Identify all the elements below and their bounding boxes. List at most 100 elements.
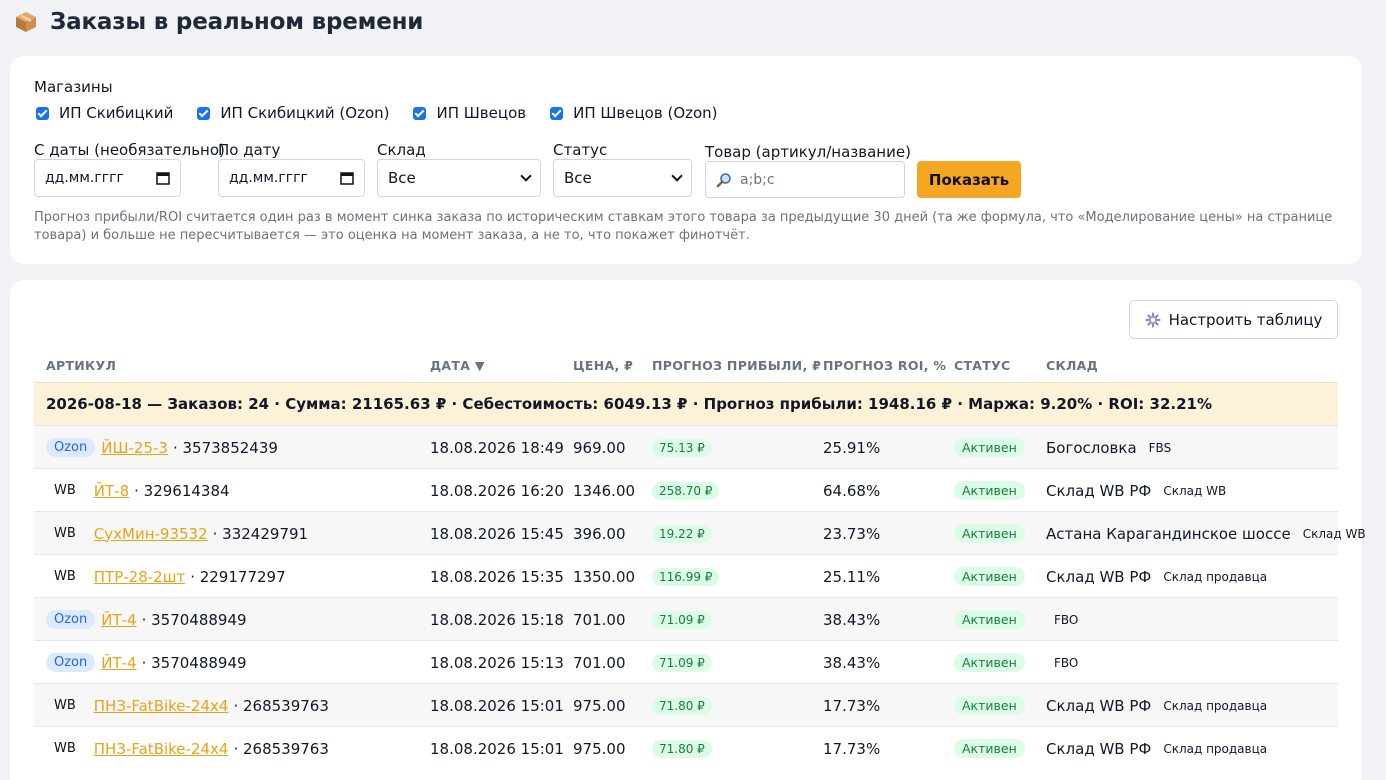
marketplace-badge: Ozon	[46, 653, 96, 672]
status-badge: Активен	[954, 739, 1025, 758]
col-roi[interactable]: ПРОГНОЗ ROI, %	[823, 358, 946, 373]
col-price[interactable]: ЦЕНА, ₽	[573, 358, 633, 373]
sku-link[interactable]: ЙШ-25-3	[101, 439, 168, 457]
price-cell: 701.00	[573, 610, 626, 629]
warehouse-cell: Богословка FBS	[1046, 426, 1171, 469]
roi-cell: 17.73%	[823, 739, 881, 758]
product-id: · 268539763	[233, 739, 329, 758]
col-sku[interactable]: АРТИКУЛ	[46, 358, 116, 373]
sku-link[interactable]: СухМин-93532	[94, 525, 208, 543]
marketplace-badge: WB	[54, 698, 76, 713]
profit-cell: 75.13 ₽	[652, 426, 712, 469]
profit-cell: 71.09 ₽	[652, 598, 712, 641]
date-cell: 18.08.2026 16:20	[430, 481, 564, 500]
forecast-note: Прогноз прибыли/ROI считается один раз в…	[34, 210, 1333, 243]
sku-link[interactable]: ЙТ-4	[101, 611, 136, 629]
table-row[interactable]: WB ПНЗ-FatBike-24x4 · 268539763 18.08.2026 …	[34, 683, 1338, 726]
profit-cell: 71.09 ₽	[652, 641, 712, 684]
table-row[interactable]: Ozon ЙШ-25-3 · 3573852439 18.08.2026 18:49 9…	[34, 425, 1338, 468]
marketplace-badge: WB	[54, 741, 76, 756]
sku-cell: WB ПТР-28-2шт · 229177297	[46, 555, 286, 598]
product-label: Товар (артикул/название)	[705, 143, 911, 161]
roi-cell: 38.43%	[823, 610, 881, 629]
table-row[interactable]: Ozon ЙТ-4 · 3570488949 18.08.2026 15:13 701.…	[34, 640, 1338, 683]
status-badge: Активен	[954, 438, 1025, 457]
date-to-value: дд.мм.гггг	[229, 170, 308, 186]
profit-badge: 71.09 ₽	[652, 653, 712, 672]
marketplace-badge: WB	[54, 569, 76, 584]
show-button[interactable]: Показать	[917, 161, 1021, 198]
warehouse-cell: Склад WB РФ Склад WB	[1046, 469, 1226, 512]
profit-badge: 258.70 ₽	[652, 481, 720, 500]
profit-badge: 19.22 ₽	[652, 524, 712, 543]
date-from-input[interactable]: дд.мм.гггг	[34, 159, 181, 197]
warehouse-cell: Склад WB РФ Склад продавца	[1046, 727, 1267, 770]
col-profit[interactable]: ПРОГНОЗ ПРИБЫЛИ, ₽	[652, 358, 821, 373]
product-id: · 329614384	[134, 481, 230, 500]
sku-link[interactable]: ПТР-28-2шт	[94, 568, 185, 586]
status-cell: Активен	[954, 598, 1025, 641]
profit-badge: 71.09 ₽	[652, 610, 712, 629]
sku-link[interactable]: ПНЗ-FatBike-24x4	[94, 740, 229, 758]
day-summary-row: 2026-08-18 — Заказов: 24 · Сумма: 21165.…	[34, 382, 1338, 425]
warehouse-type: Склад продавца	[1163, 569, 1268, 584]
sku-link[interactable]: ЙТ-8	[94, 482, 129, 500]
status-cell: Активен	[954, 684, 1025, 727]
col-status[interactable]: СТАТУС	[954, 358, 1011, 373]
profit-badge: 71.80 ₽	[652, 696, 712, 715]
sku-link[interactable]: ПНЗ-FatBike-24x4	[94, 697, 229, 715]
profit-cell: 19.22 ₽	[652, 512, 712, 555]
product-id: · 229177297	[190, 567, 286, 586]
checkbox-checked[interactable]	[36, 106, 49, 120]
profit-badge: 116.99 ₽	[652, 567, 720, 586]
price-cell: 975.00	[573, 696, 626, 715]
warehouse-type: FBO	[1054, 655, 1079, 670]
warehouse-type: FBS	[1148, 440, 1172, 455]
sku-link[interactable]: ЙТ-4	[101, 654, 136, 672]
product-search-input[interactable]: a;b;c	[705, 161, 905, 198]
checkbox-checked[interactable]	[550, 106, 564, 120]
price-cell: 396.00	[573, 524, 626, 543]
status-label: Статус	[553, 141, 608, 159]
col-warehouse[interactable]: СКЛАД	[1046, 358, 1098, 373]
col-date[interactable]: ДАТА ▼	[430, 358, 485, 373]
page-header: Заказы в реальном времени	[14, 6, 423, 38]
price-cell: 1346.00	[573, 481, 636, 500]
shop-checkbox-skibitsky[interactable]: ИП Скибицкий	[36, 104, 173, 122]
roi-cell: 25.91%	[823, 438, 881, 457]
table-row[interactable]: WB ЙТ-8 · 329614384 18.08.2026 16:20 1346.00…	[34, 468, 1338, 511]
checkbox-checked[interactable]	[413, 106, 427, 120]
date-from-label: С даты (необязательно)	[34, 141, 225, 159]
warehouse-type: FBO	[1054, 612, 1079, 627]
warehouse-cell: FBO	[1046, 598, 1078, 641]
sku-cell: WB ЙТ-8 · 329614384	[46, 469, 230, 512]
shop-checkbox-shvetsov-ozon[interactable]: ИП Швецов (Ozon)	[550, 104, 718, 122]
warehouse-select[interactable]: Все	[377, 159, 541, 197]
table-row[interactable]: WB ПТР-28-2шт · 229177297 18.08.2026 15:35 1…	[34, 554, 1338, 597]
date-to-input[interactable]: дд.мм.гггг	[218, 159, 365, 197]
shop-checkbox-shvetsov[interactable]: ИП Швецов	[413, 104, 526, 122]
shops-checklist: ИП Скибицкий ИП Скибицкий (Ozon) ИП Швец…	[36, 104, 742, 122]
table-row[interactable]: WB ПНЗ-FatBike-24x4 · 268539763 18.08.2026 …	[34, 726, 1338, 769]
shop-label: ИП Швецов (Ozon)	[573, 104, 718, 122]
table-row[interactable]: Ozon ЙТ-4 · 3570488949 18.08.2026 15:18 701.…	[34, 597, 1338, 640]
sku-cell: Ozon ЙШ-25-3 · 3573852439	[46, 426, 278, 469]
sku-cell: WB СухМин-93532 · 332429791	[46, 512, 308, 555]
price-cell: 1350.00	[573, 567, 636, 586]
warehouse-name: Богословка	[1046, 438, 1137, 457]
calendar-icon[interactable]	[340, 171, 354, 185]
status-select[interactable]: Все	[553, 159, 692, 197]
checkbox-checked[interactable]	[197, 106, 211, 120]
warehouse-name: Склад WB РФ	[1046, 481, 1152, 500]
gear-icon	[1145, 312, 1161, 328]
shop-label: ИП Швецов	[436, 104, 527, 122]
table-row[interactable]: WB СухМин-93532 · 332429791 18.08.2026 15:4…	[34, 511, 1366, 555]
status-value: Все	[564, 169, 592, 187]
orders-table-body: Ozon ЙШ-25-3 · 3573852439 18.08.2026 18:49 9…	[34, 425, 1366, 769]
profit-badge: 75.13 ₽	[652, 438, 712, 457]
shop-label: ИП Скибицкий (Ozon)	[220, 104, 390, 122]
calendar-icon[interactable]	[156, 171, 170, 185]
configure-table-button[interactable]: Настроить таблицу	[1129, 300, 1338, 339]
sku-cell: Ozon ЙТ-4 · 3570488949	[46, 641, 247, 684]
shop-checkbox-skibitsky-ozon[interactable]: ИП Скибицкий (Ozon)	[197, 104, 389, 122]
